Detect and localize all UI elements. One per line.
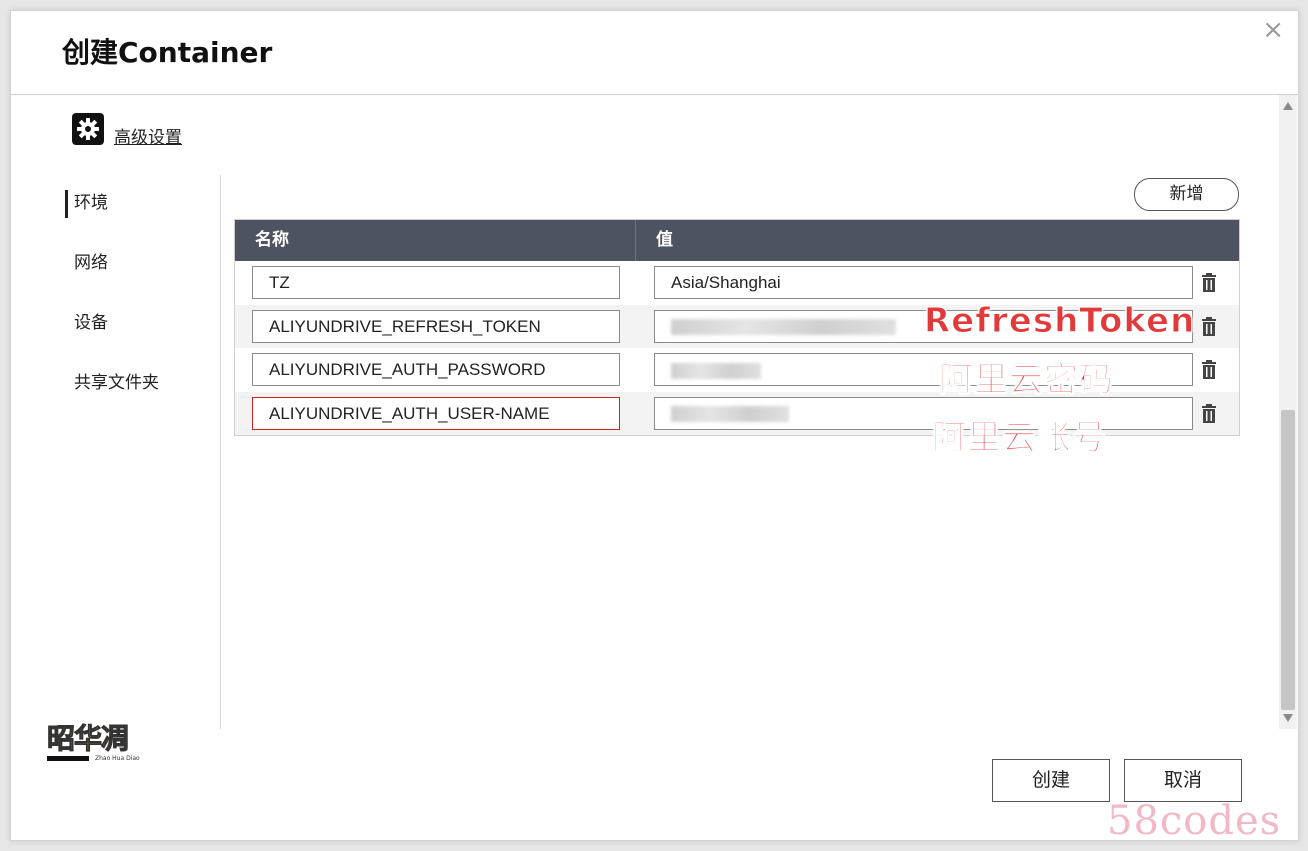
logo-subtext: Zhao Hua Diao [95, 755, 140, 762]
trash-icon[interactable] [1198, 359, 1220, 381]
annotation-refresh-token: RefreshToken [923, 301, 1196, 342]
annotation-account: 阿里云账号 [932, 418, 1107, 459]
scrollbar[interactable] [1279, 95, 1297, 729]
table-row: TZ Asia/Shanghai [235, 261, 1239, 305]
logo-underline [47, 756, 89, 761]
trash-icon[interactable] [1198, 316, 1220, 338]
watermark: 58codes [1107, 798, 1282, 844]
trash-icon[interactable] [1198, 403, 1220, 425]
cancel-button[interactable]: 取消 [1124, 759, 1242, 802]
env-name-input[interactable]: ALIYUNDRIVE_AUTH_USER-NAME [252, 396, 620, 430]
trash-icon[interactable] [1198, 272, 1220, 294]
advanced-settings-label[interactable]: 高级设置 [114, 123, 182, 148]
sidebar-nav: 环境 网络 设备 共享文件夹 [65, 187, 215, 427]
env-name-input[interactable]: ALIYUNDRIVE_REFRESH_TOKEN [252, 309, 620, 343]
scroll-up-icon[interactable] [1283, 102, 1293, 110]
redacted-value [671, 362, 761, 379]
dialog-header: 创建Container × [11, 11, 1298, 95]
env-name-input[interactable]: ALIYUNDRIVE_AUTH_PASSWORD [252, 353, 620, 386]
close-icon[interactable]: × [1262, 17, 1284, 43]
sidebar-item-network[interactable]: 网络 [65, 247, 215, 307]
column-header-name: 名称 [235, 220, 636, 261]
env-name-input[interactable]: TZ [252, 266, 620, 299]
column-header-value: 值 [656, 230, 673, 250]
gear-icon [72, 112, 104, 145]
env-value-input[interactable] [654, 396, 1193, 430]
create-button[interactable]: 创建 [992, 759, 1110, 802]
add-variable-button[interactable]: 新增 [1134, 178, 1239, 211]
annotation-password: 阿里云密码 [939, 360, 1114, 401]
redacted-value [671, 406, 789, 423]
scroll-down-icon[interactable] [1283, 714, 1293, 722]
env-value-input[interactable]: Asia/Shanghai [654, 266, 1193, 299]
advanced-settings[interactable]: 高级设置 [72, 109, 182, 148]
scrollbar-thumb[interactable] [1281, 410, 1295, 710]
logo: 昭华凋 Zhao Hua Diao [47, 722, 147, 762]
logo-bar: Zhao Hua Diao [47, 755, 147, 762]
table-header: 名称 值 [235, 220, 1239, 261]
dialog-title: 创建Container [62, 36, 273, 69]
redacted-value [671, 319, 896, 336]
divider [220, 175, 221, 729]
sidebar-item-environment[interactable]: 环境 [65, 187, 215, 247]
logo-text: 昭华凋 [47, 722, 130, 755]
sidebar-item-shared-folders[interactable]: 共享文件夹 [65, 367, 215, 427]
sidebar-item-devices[interactable]: 设备 [65, 307, 215, 367]
create-container-dialog: 创建Container × 高级设置 环境 网络 设备 共享文件夹 新增 名称 … [10, 10, 1299, 841]
